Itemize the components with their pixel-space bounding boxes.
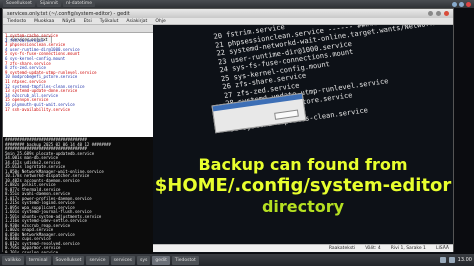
panel-tray [452, 1, 471, 7]
menu-documents[interactable]: Asiakirjat [126, 19, 147, 24]
taskbar-button[interactable]: valikko [2, 255, 24, 265]
editor-text-area[interactable]: 1 system-cache.service 2 fstrim.service 3 … [3, 33, 153, 113]
taskbar-button[interactable]: terminal [25, 255, 51, 265]
close-icon[interactable] [444, 11, 449, 16]
cursor-position: Rivi 1, Sarake 1 [390, 246, 426, 251]
volume-tray-icon[interactable] [448, 257, 455, 263]
system-tray: 13.00 [439, 257, 472, 263]
panel-tab-applications[interactable]: Sovellukset [3, 1, 35, 7]
volume-icon[interactable] [459, 1, 464, 7]
status-bar: Raakateksti Välit: 4 Rivi 1, Sarake 1 LI… [153, 244, 453, 252]
menu-search[interactable]: Etsi [84, 19, 92, 24]
maximize-icon[interactable] [436, 11, 441, 16]
window-title: services.only.txt (~/.config/system-edit… [7, 10, 130, 17]
gedit-window: services.only.txt (~/.config/system-edit… [2, 8, 454, 253]
video-caption: Backup can found from $HOME/.config/syst… [153, 155, 453, 217]
zoomed-terminal-text: 20 fstrim.service 21 phpsessionclean.serv… [213, 25, 453, 151]
power-icon[interactable] [466, 1, 471, 7]
caption-line-3: directory [261, 197, 345, 216]
title-bar[interactable]: services.only.txt (~/.config/system-edit… [3, 9, 453, 18]
menu-view[interactable]: Näytä [62, 19, 75, 24]
top-panel: Sovellukset Sijainnit nl-datetime [0, 0, 474, 8]
taskbar-button[interactable]: services [110, 255, 136, 265]
zoomed-terminal: 20 fstrim.service 21 phpsessionclean.serv… [153, 25, 453, 253]
menu-edit[interactable]: Muokkaa [34, 19, 54, 24]
syntax-mode-selector[interactable]: Raakateksti [329, 246, 355, 251]
taskbar-button[interactable]: gedit [152, 255, 170, 265]
menu-tools[interactable]: Työkalut [100, 19, 119, 24]
panel-tab-datetime[interactable]: nl-datetime [62, 1, 96, 7]
window-controls [428, 11, 449, 16]
network-tray-icon[interactable] [439, 257, 446, 263]
caption-line-1: Backup can found from [198, 155, 408, 174]
panel-tab-places[interactable]: Sijainnit [36, 1, 61, 7]
menu-help[interactable]: Ohje [155, 19, 165, 24]
menu-bar: Tiedosto Muokkaa Näytä Etsi Työkalut Asi… [3, 18, 453, 25]
taskbar: valikko terminal Sovellukset service service… [0, 254, 474, 266]
file-tab-strip: services.only.txt [3, 25, 153, 43]
tab-width-selector[interactable]: Välit: 4 [365, 246, 381, 251]
dialog-ok-button[interactable] [274, 109, 299, 120]
taskbar-button[interactable]: sys [137, 255, 151, 265]
taskbar-button[interactable]: service [86, 255, 109, 265]
menu-file[interactable]: Tiedosto [7, 19, 26, 24]
caption-line-2: $HOME/.config/system-editor [154, 175, 452, 196]
taskbar-button[interactable]: Sovellukset [52, 255, 85, 265]
minimize-icon[interactable] [428, 11, 433, 16]
network-icon[interactable] [452, 1, 457, 7]
taskbar-button[interactable]: Tiedostot [171, 255, 199, 265]
editor-line: 17 ssh-availability.service [5, 106, 71, 112]
clock: 13.00 [457, 257, 472, 263]
terminal-line: 0.701s rsyslog.service [5, 249, 58, 253]
desktop-background [454, 8, 474, 254]
insert-mode: LISÄÄ [435, 246, 449, 251]
terminal-output: ################################## ######… [3, 137, 153, 253]
